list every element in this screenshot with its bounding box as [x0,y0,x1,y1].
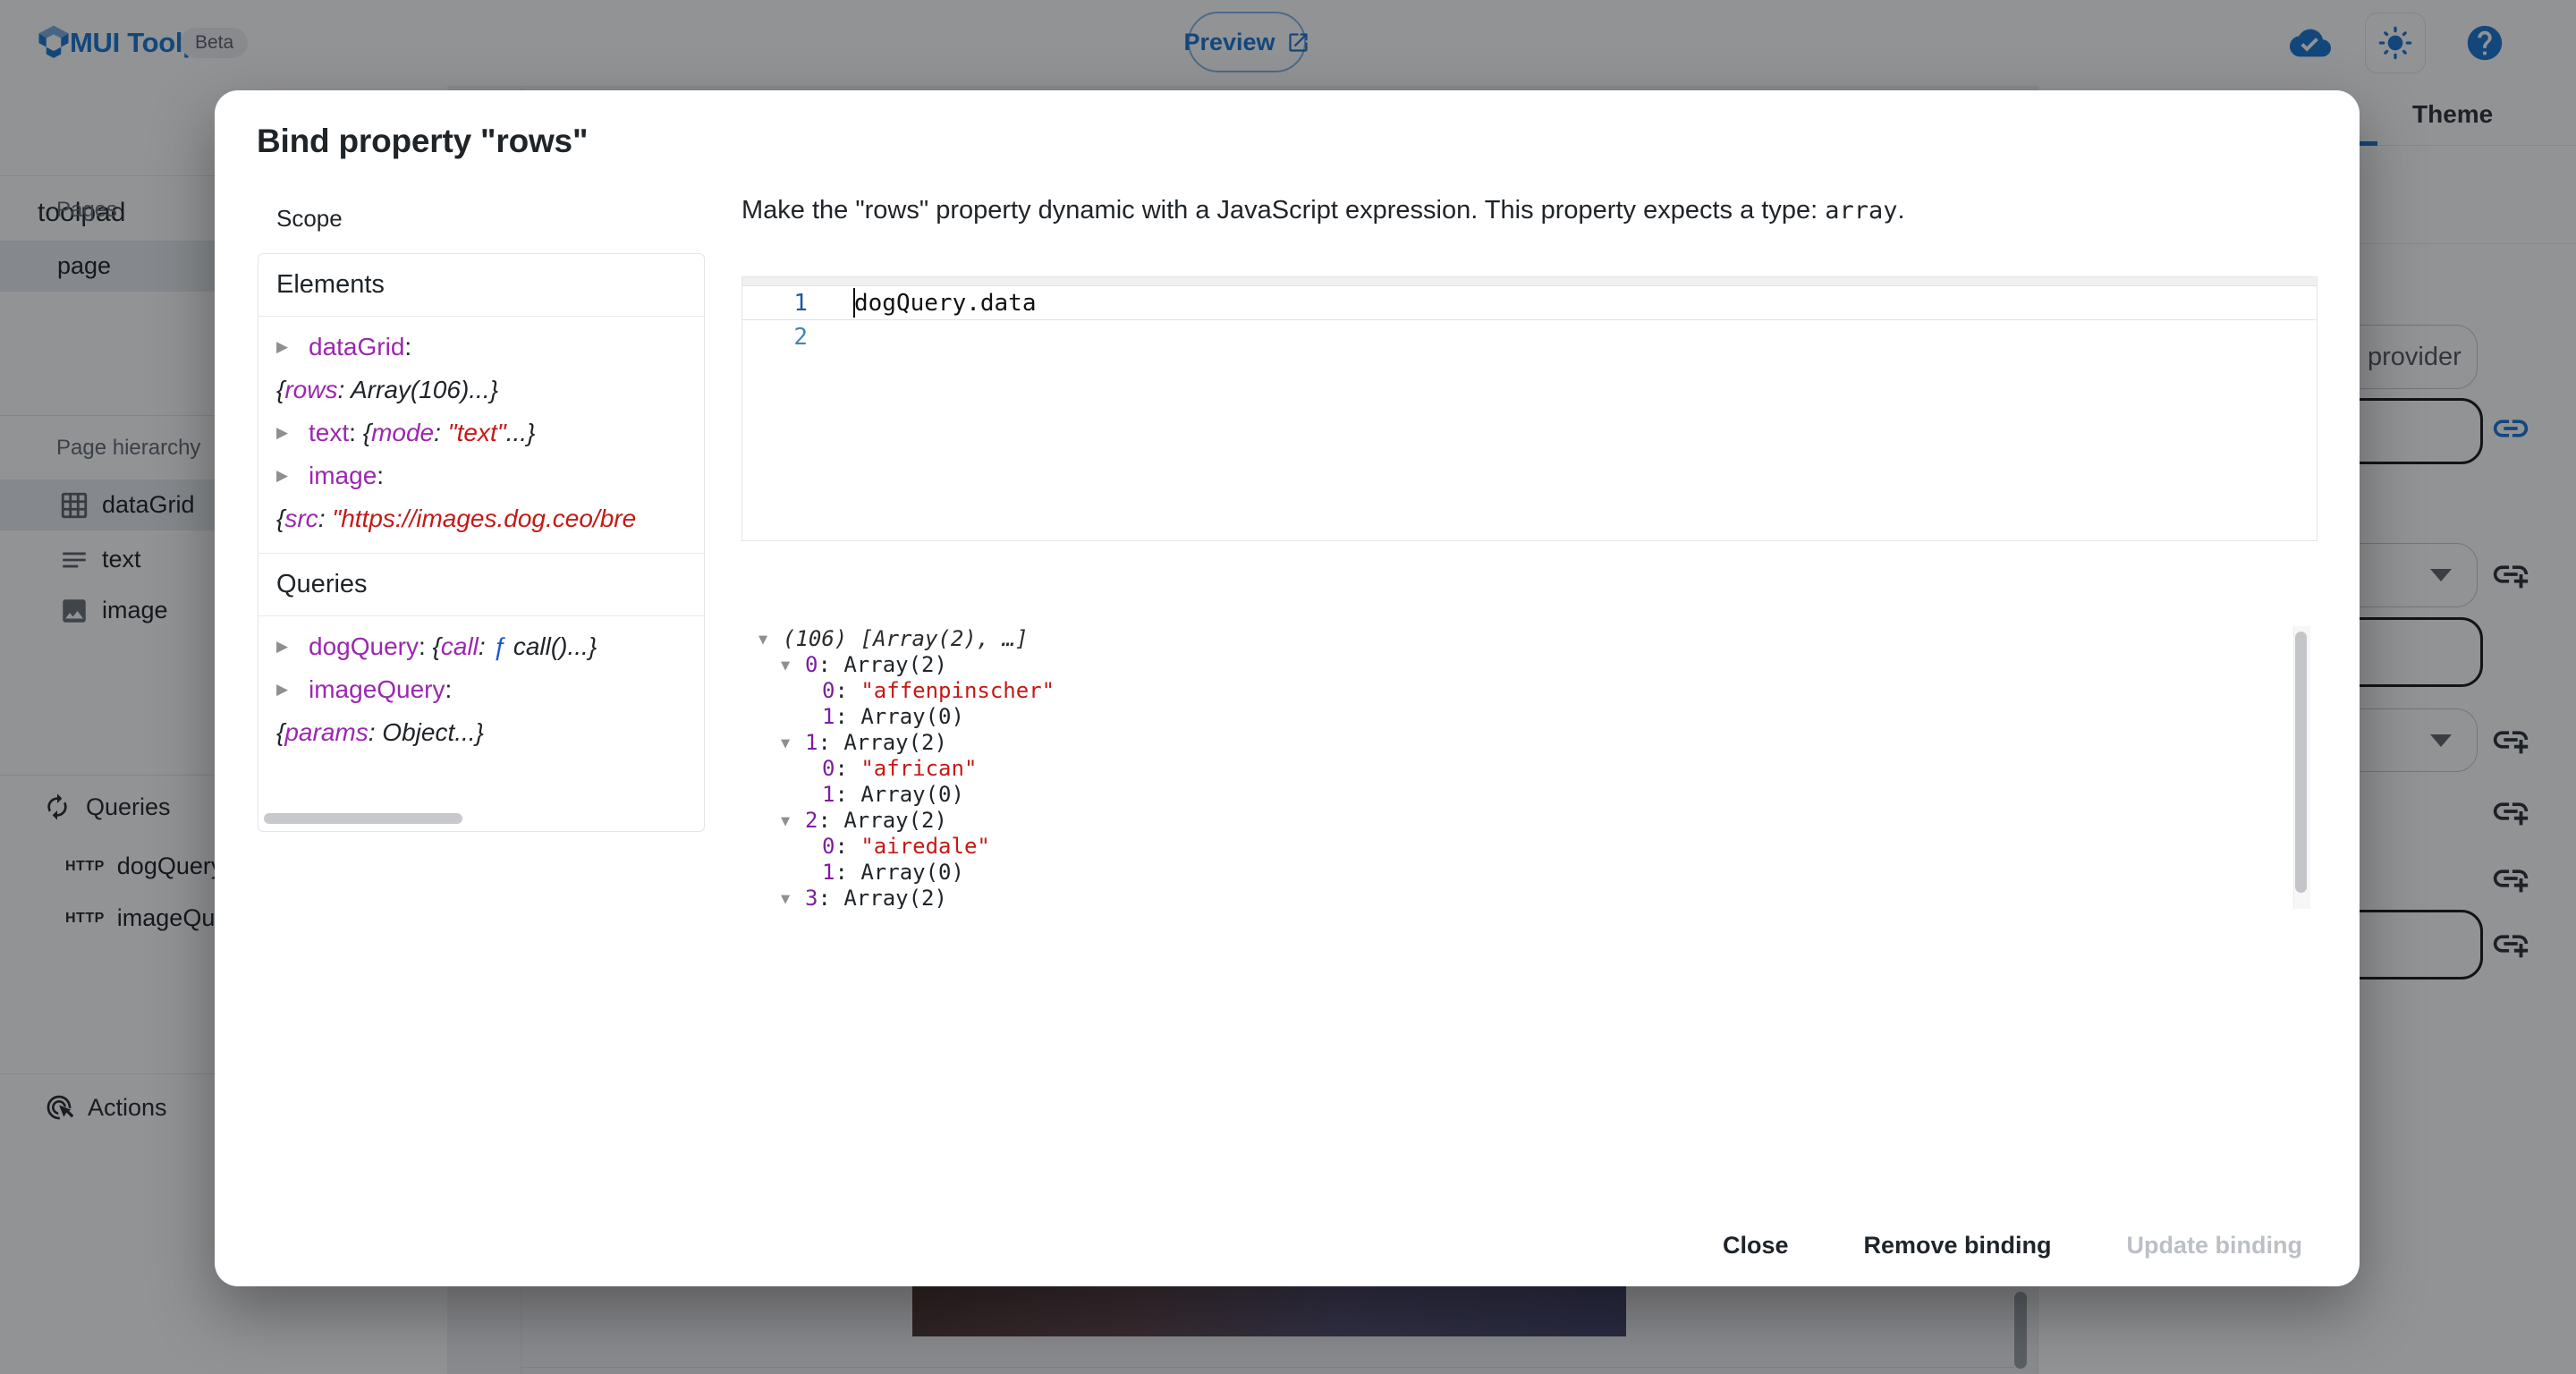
tree-row[interactable]: ▼(106) [Array(2), …] [758,626,2279,652]
tree-item-dogquery[interactable]: ▶dogQuery: {call: ƒ call()...} [276,625,686,668]
tree-row: 0: "african" [758,756,2279,782]
scope-label: Scope [276,205,343,233]
horizontal-scrollbar-thumb[interactable] [264,813,462,824]
tree-row: 1: Array(0) [758,860,2279,886]
result-preview-tree: ▼(106) [Array(2), …] ▼0: Array(2) 0: "af… [758,626,2279,909]
elements-tree: ▶dataGrid: {rows: Array(106)...} ▶text: … [258,317,704,553]
tree-item-image[interactable]: ▶image: [276,454,686,497]
dialog-title: Bind property "rows" [257,123,588,160]
app-root: MUI Toolpad Beta Preview toolpad Pa [0,0,2576,1374]
expected-type: array [1825,197,1897,225]
remove-binding-button[interactable]: Remove binding [1839,1219,2077,1272]
bind-property-dialog: Bind property "rows" Scope Elements ▶dat… [215,90,2360,1286]
tree-item-datagrid[interactable]: ▶dataGrid: [276,326,686,369]
tree-row[interactable]: ▼2: Array(2) [758,808,2279,834]
scope-panel: Elements ▶dataGrid: {rows: Array(106)...… [258,253,705,832]
queries-tree: ▶dogQuery: {call: ƒ call()...} ▶imageQue… [258,616,704,767]
tree-scrollbar-thumb[interactable] [2295,632,2307,893]
editor-top-strip [742,277,2317,286]
editor-line-2: 2 [742,320,2317,353]
elements-section-header: Elements [258,254,704,317]
tree-row[interactable]: ▼1: Array(2) [758,730,2279,756]
description-period: . [1897,196,1904,225]
tree-item-text[interactable]: ▶text: {mode: "text"...} [276,411,686,454]
text-cursor [853,288,855,318]
dialog-description: Make the "rows" property dynamic with a … [741,196,1905,225]
update-binding-button[interactable]: Update binding [2102,1219,2327,1272]
editor-active-line: 1 dogQuery.data [742,286,2317,320]
tree-row[interactable]: ▼3: Array(2) [758,886,2279,909]
description-text: Make the "rows" property dynamic with a … [741,196,1825,225]
tree-row[interactable]: ▼0: Array(2) [758,652,2279,678]
tree-row: 1: Array(0) [758,704,2279,730]
line-number-1: 1 [742,290,808,317]
js-expression-editor[interactable]: 1 dogQuery.data 2 [741,276,2318,541]
code-text: dogQuery.data [854,290,1037,317]
line-number-2: 2 [742,324,808,351]
tree-row: 0: "affenpinscher" [758,678,2279,704]
tree-row: 1: Array(0) [758,782,2279,808]
tree-item-datagrid-preview: {rows: Array(106)...} [276,369,686,411]
dialog-actions: Close Remove binding Update binding [1698,1219,2327,1272]
queries-section-header: Queries [258,553,704,616]
tree-item-imagequery[interactable]: ▶imageQuery: [276,668,686,711]
tree-item-image-preview: {src: "https://images.dog.ceo/bre [276,497,686,540]
tree-item-imagequery-preview: {params: Object...} [276,711,686,754]
tree-row: 0: "airedale" [758,834,2279,860]
close-button[interactable]: Close [1698,1219,1814,1272]
